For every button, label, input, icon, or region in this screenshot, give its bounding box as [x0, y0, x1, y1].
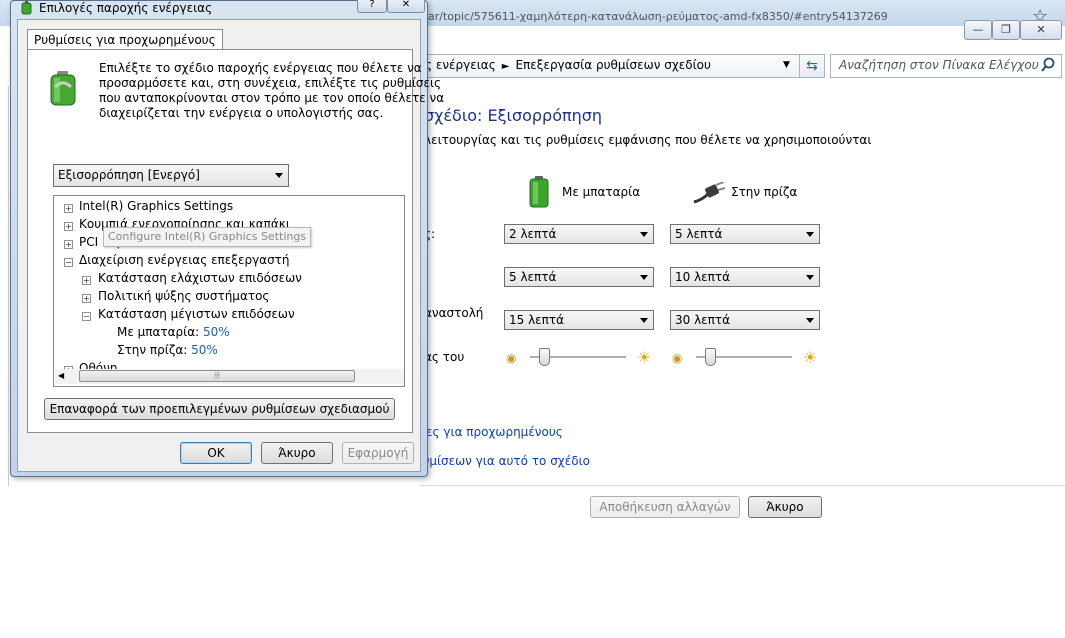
chevron-down-icon	[275, 173, 283, 178]
close-button[interactable]: ✕	[1020, 20, 1062, 40]
description-line: που ανταποκρίνονται στον τρόπο με τον οπ…	[99, 91, 445, 105]
save-changes-button[interactable]: Αποθήκευση αλλαγών	[590, 496, 740, 518]
sleep-battery-select[interactable]: 15 λεπτά	[504, 310, 654, 330]
brightness-icon: ☀	[637, 348, 652, 367]
page-title: σχέδιο: Εξισορρόπηση	[424, 106, 603, 125]
horizontal-scrollbar[interactable]: ◀ ⦙⦙⦙ ▶	[55, 369, 404, 384]
scrollbar-thumb[interactable]: ⦙⦙⦙	[79, 370, 355, 382]
description-line: προσαρμόσετε και, στη συνέχεια, επιλέξτε…	[99, 76, 442, 90]
select-value: Εξισορρόπηση [Ενεργό]	[58, 168, 200, 182]
settings-tree[interactable]: + Intel(R) Graphics Settings + Κουμπιά ε…	[53, 195, 405, 387]
minimize-button[interactable]: —	[964, 20, 992, 40]
cancel-button[interactable]: Άκυρο	[261, 442, 333, 464]
plug-icon	[693, 182, 726, 204]
apply-button[interactable]: Εφαρμογή	[342, 442, 414, 464]
collapse-icon[interactable]: −	[64, 258, 73, 267]
ok-button[interactable]: OK	[180, 442, 252, 464]
collapse-icon[interactable]: −	[82, 312, 91, 321]
column-battery: Με μπαταρία	[562, 185, 641, 199]
description-line: Επιλέξτε το σχέδιο παροχής ενέργειας που…	[99, 61, 422, 75]
cancel-button[interactable]: Άκυρο	[748, 496, 822, 518]
close-button[interactable]: ✕	[387, 0, 425, 13]
select-value: 15 λεπτά	[509, 313, 565, 327]
chevron-down-icon	[806, 275, 814, 280]
help-button[interactable]: ?	[357, 0, 387, 13]
setting-value[interactable]: 50%	[203, 325, 230, 339]
breadcrumb-power-options[interactable]: ς ενέργειας	[425, 58, 496, 72]
restore-defaults-link[interactable]: θμίσεων για αυτό το σχέδιο	[422, 454, 590, 468]
power-plan-select[interactable]: Εξισορρόπηση [Ενεργό]	[53, 164, 289, 187]
dialog-description: Επιλέξτε το σχέδιο παροχής ενέργειας που…	[99, 61, 445, 121]
setting-label: Στην πρίζα:	[117, 343, 188, 357]
address-bar[interactable]: ς ενέργειας ► Επεξεργασία ρυθμίσεων σχεδίο…	[410, 54, 800, 78]
restore-defaults-button[interactable]: Επαναφορά των προεπιλεγμένων ρυθμίσεων σ…	[44, 398, 395, 420]
expand-icon[interactable]: +	[64, 240, 73, 249]
battery-icon	[529, 176, 549, 208]
expand-icon[interactable]: +	[82, 294, 91, 303]
tree-item-cooling-policy[interactable]: Πολιτική ψύξης συστήματος	[98, 289, 269, 303]
select-value: 2 λεπτά	[509, 227, 557, 241]
tree-item-max-state[interactable]: Κατάσταση μέγιστων επιδόσεων	[98, 307, 295, 321]
select-value: 5 λεπτά	[675, 227, 723, 241]
sleep-plugged-select[interactable]: 30 λεπτά	[670, 310, 820, 330]
chevron-down-icon	[806, 232, 814, 237]
tree-item-plugged-in[interactable]: Στην πρίζα: 50%	[117, 343, 218, 357]
chevron-down-icon	[640, 232, 648, 237]
tree-item-intel-graphics[interactable]: Intel(R) Graphics Settings	[79, 199, 233, 213]
turn-off-display-battery-select[interactable]: 5 λεπτά	[504, 267, 654, 287]
select-value: 30 λεπτά	[675, 313, 731, 327]
chevron-down-icon[interactable]: ▼	[783, 60, 790, 70]
page-description: λειτουργίας και τις ρυθμίσεις εμφάνισης …	[424, 133, 872, 147]
chevron-down-icon	[640, 275, 648, 280]
brightness-low-icon: ◉	[672, 351, 683, 365]
maximize-button[interactable]: ❐	[992, 20, 1020, 40]
breadcrumb-edit-plan[interactable]: Επεξεργασία ρυθμίσεων σχεδίου	[515, 58, 710, 72]
brightness-low-icon: ◉	[506, 351, 517, 365]
row-label-sleep: αναστολή	[424, 306, 484, 320]
tree-item-processor-power[interactable]: Διαχείριση ενέργειας επεξεργαστή	[79, 253, 290, 267]
tree-item-on-battery[interactable]: Με μπαταρία: 50%	[117, 325, 230, 339]
expand-icon[interactable]: +	[82, 276, 91, 285]
battery-icon	[50, 71, 76, 106]
turn-off-display-plugged-select[interactable]: 10 λεπτά	[670, 267, 820, 287]
expand-icon[interactable]: +	[64, 222, 73, 231]
power-options-icon	[21, 1, 32, 15]
scroll-left-icon[interactable]: ◀	[58, 371, 64, 380]
expand-icon[interactable]: +	[64, 204, 73, 213]
select-value: 10 λεπτά	[675, 270, 731, 284]
breadcrumb: ς ενέργειας ► Επεξεργασία ρυθμίσεων σχεδίο…	[425, 58, 711, 72]
row-label-brightness: ας του	[424, 350, 465, 364]
dim-display-plugged-select[interactable]: 5 λεπτά	[670, 224, 820, 244]
dim-display-battery-select[interactable]: 2 λεπτά	[504, 224, 654, 244]
divider	[420, 485, 1065, 486]
search-icon[interactable]	[1040, 57, 1056, 73]
select-value: 5 λεπτά	[509, 270, 557, 284]
power-options-dialog: Επιλογές παροχής ενέργειας ? ✕ Ρυθμίσεις…	[10, 0, 445, 477]
search-input[interactable]: Αναζήτηση στον Πίνακα Ελέγχου	[830, 54, 1062, 78]
advanced-settings-link[interactable]: ίες για προχωρημένους	[422, 425, 563, 439]
breadcrumb-arrow-icon[interactable]: ►	[502, 61, 510, 72]
description-line: διαχειρίζεται την ενέργεια ο υπολογιστής…	[99, 106, 384, 120]
setting-value[interactable]: 50%	[191, 343, 218, 357]
chevron-down-icon	[806, 318, 814, 323]
url-text[interactable]: ar/topic/575611-χαμηλότερη-κατανάλωση-ρε…	[428, 10, 888, 23]
chevron-down-icon	[640, 318, 648, 323]
dialog-title: Επιλογές παροχής ενέργειας	[39, 1, 213, 15]
refresh-button[interactable]: ⇆	[799, 54, 825, 78]
tab-advanced-settings[interactable]: Ρυθμίσεις για προχωρημένους	[27, 29, 223, 50]
brightness-plugged-thumb[interactable]	[705, 348, 717, 366]
brightness-battery-thumb[interactable]	[539, 348, 551, 366]
brightness-icon: ☀	[803, 348, 818, 367]
setting-label: Με μπαταρία:	[117, 325, 200, 339]
tree-item-min-state[interactable]: Κατάσταση ελάχιστων επιδόσεων	[98, 271, 302, 285]
search-placeholder: Αναζήτηση στον Πίνακα Ελέγχου	[839, 58, 1039, 72]
column-plugged: Στην πρίζα	[731, 185, 798, 199]
tooltip: Configure Intel(R) Graphics Settings	[103, 227, 312, 247]
